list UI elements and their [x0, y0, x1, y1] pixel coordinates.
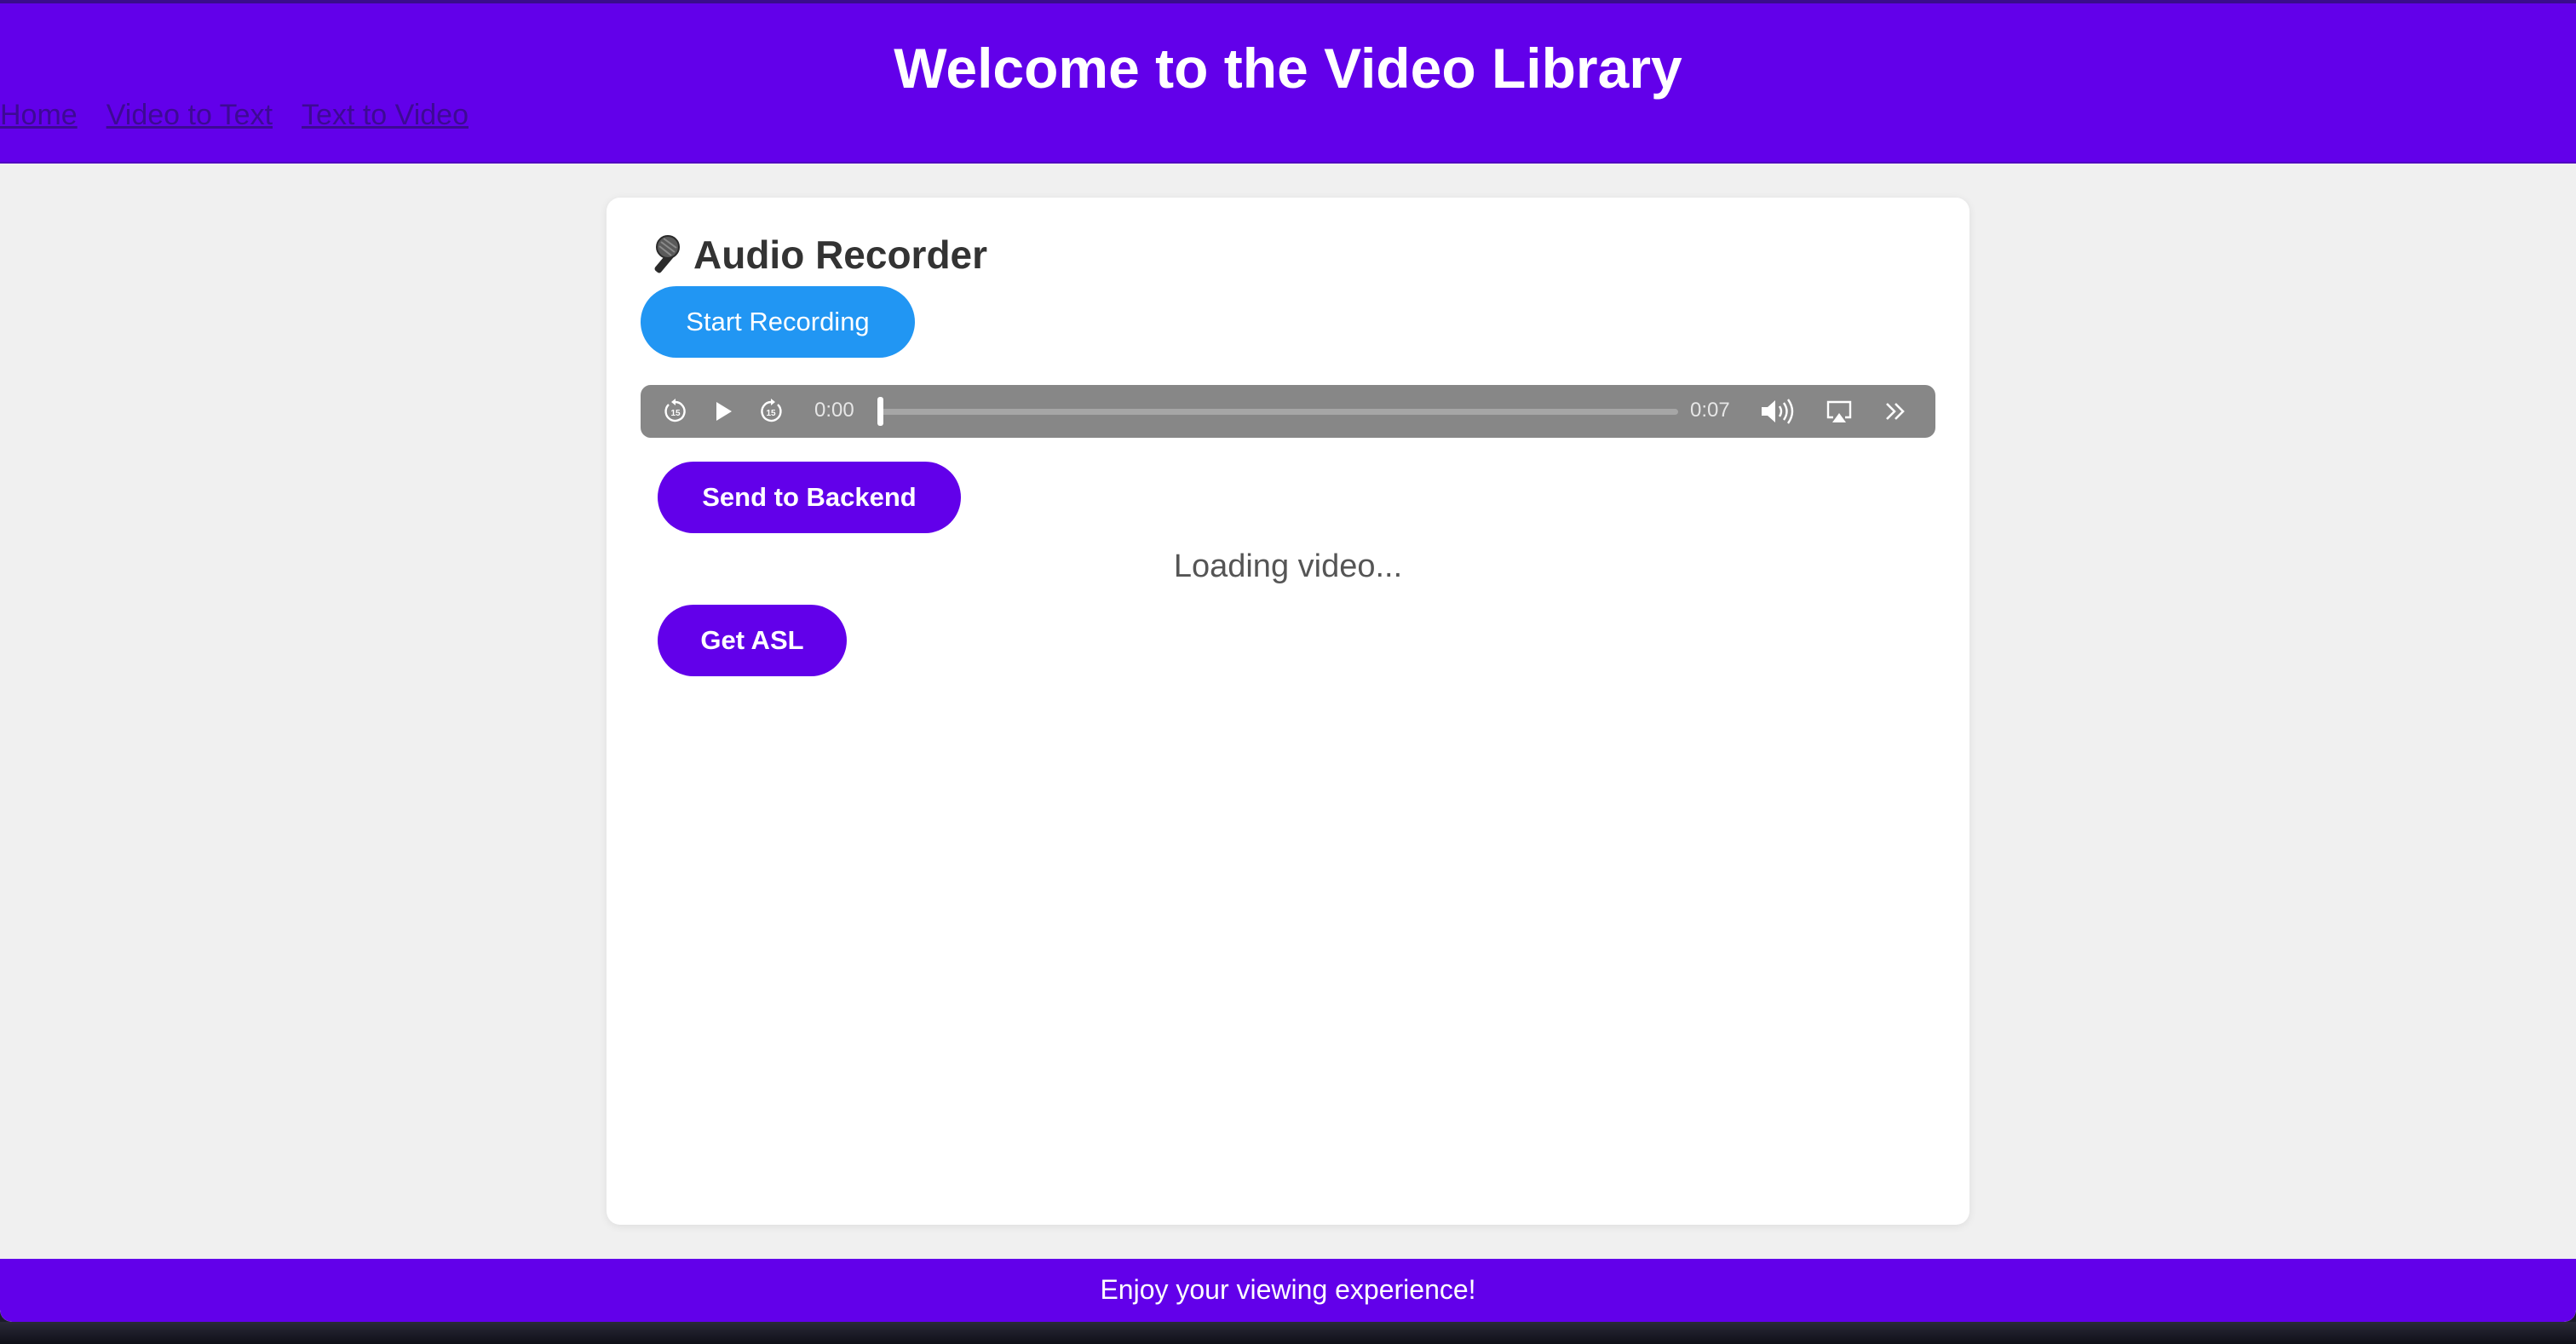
recorder-heading: Audio Recorder [641, 232, 987, 278]
skip-forward-15-icon[interactable]: 15 [756, 397, 785, 426]
svg-text:15: 15 [766, 409, 776, 418]
main-nav: Home Video to Text Text to Video [0, 99, 469, 132]
svg-text:15: 15 [670, 409, 681, 418]
seek-bar[interactable] [877, 409, 1678, 415]
send-to-backend-button[interactable]: Send to Backend [658, 462, 961, 533]
airplay-icon[interactable] [1825, 397, 1854, 426]
nav-link-home[interactable]: Home [0, 99, 78, 132]
start-recording-button[interactable]: Start Recording [641, 286, 915, 358]
duration: 0:07 [1690, 399, 1730, 422]
site-header: Welcome to the Video Library Home Video … [0, 0, 2576, 164]
more-icon[interactable] [1881, 397, 1910, 426]
seek-thumb[interactable] [877, 397, 883, 426]
audio-player[interactable]: 15 15 0:00 0:07 [641, 385, 1935, 438]
get-asl-button[interactable]: Get ASL [658, 605, 847, 676]
current-time: 0:00 [814, 399, 854, 422]
desktop-strip [0, 1322, 2576, 1344]
microphone-icon [641, 233, 681, 276]
nav-link-text-to-video[interactable]: Text to Video [302, 99, 469, 132]
volume-icon[interactable] [1758, 397, 1797, 426]
page: Welcome to the Video Library Home Video … [0, 0, 2576, 1322]
footer-text: Enjoy your viewing experience! [1100, 1274, 1476, 1305]
loading-status: Loading video... [1173, 549, 1403, 584]
audio-recorder-card: Audio Recorder Start Recording 15 15 0:0… [607, 198, 1969, 1225]
play-icon[interactable] [709, 397, 738, 426]
nav-link-video-to-text[interactable]: Video to Text [106, 99, 273, 132]
skip-back-15-icon[interactable]: 15 [661, 397, 690, 426]
site-footer: Enjoy your viewing experience! [0, 1259, 2576, 1322]
page-title: Welcome to the Video Library [894, 37, 1682, 100]
recorder-title: Audio Recorder [693, 233, 988, 277]
